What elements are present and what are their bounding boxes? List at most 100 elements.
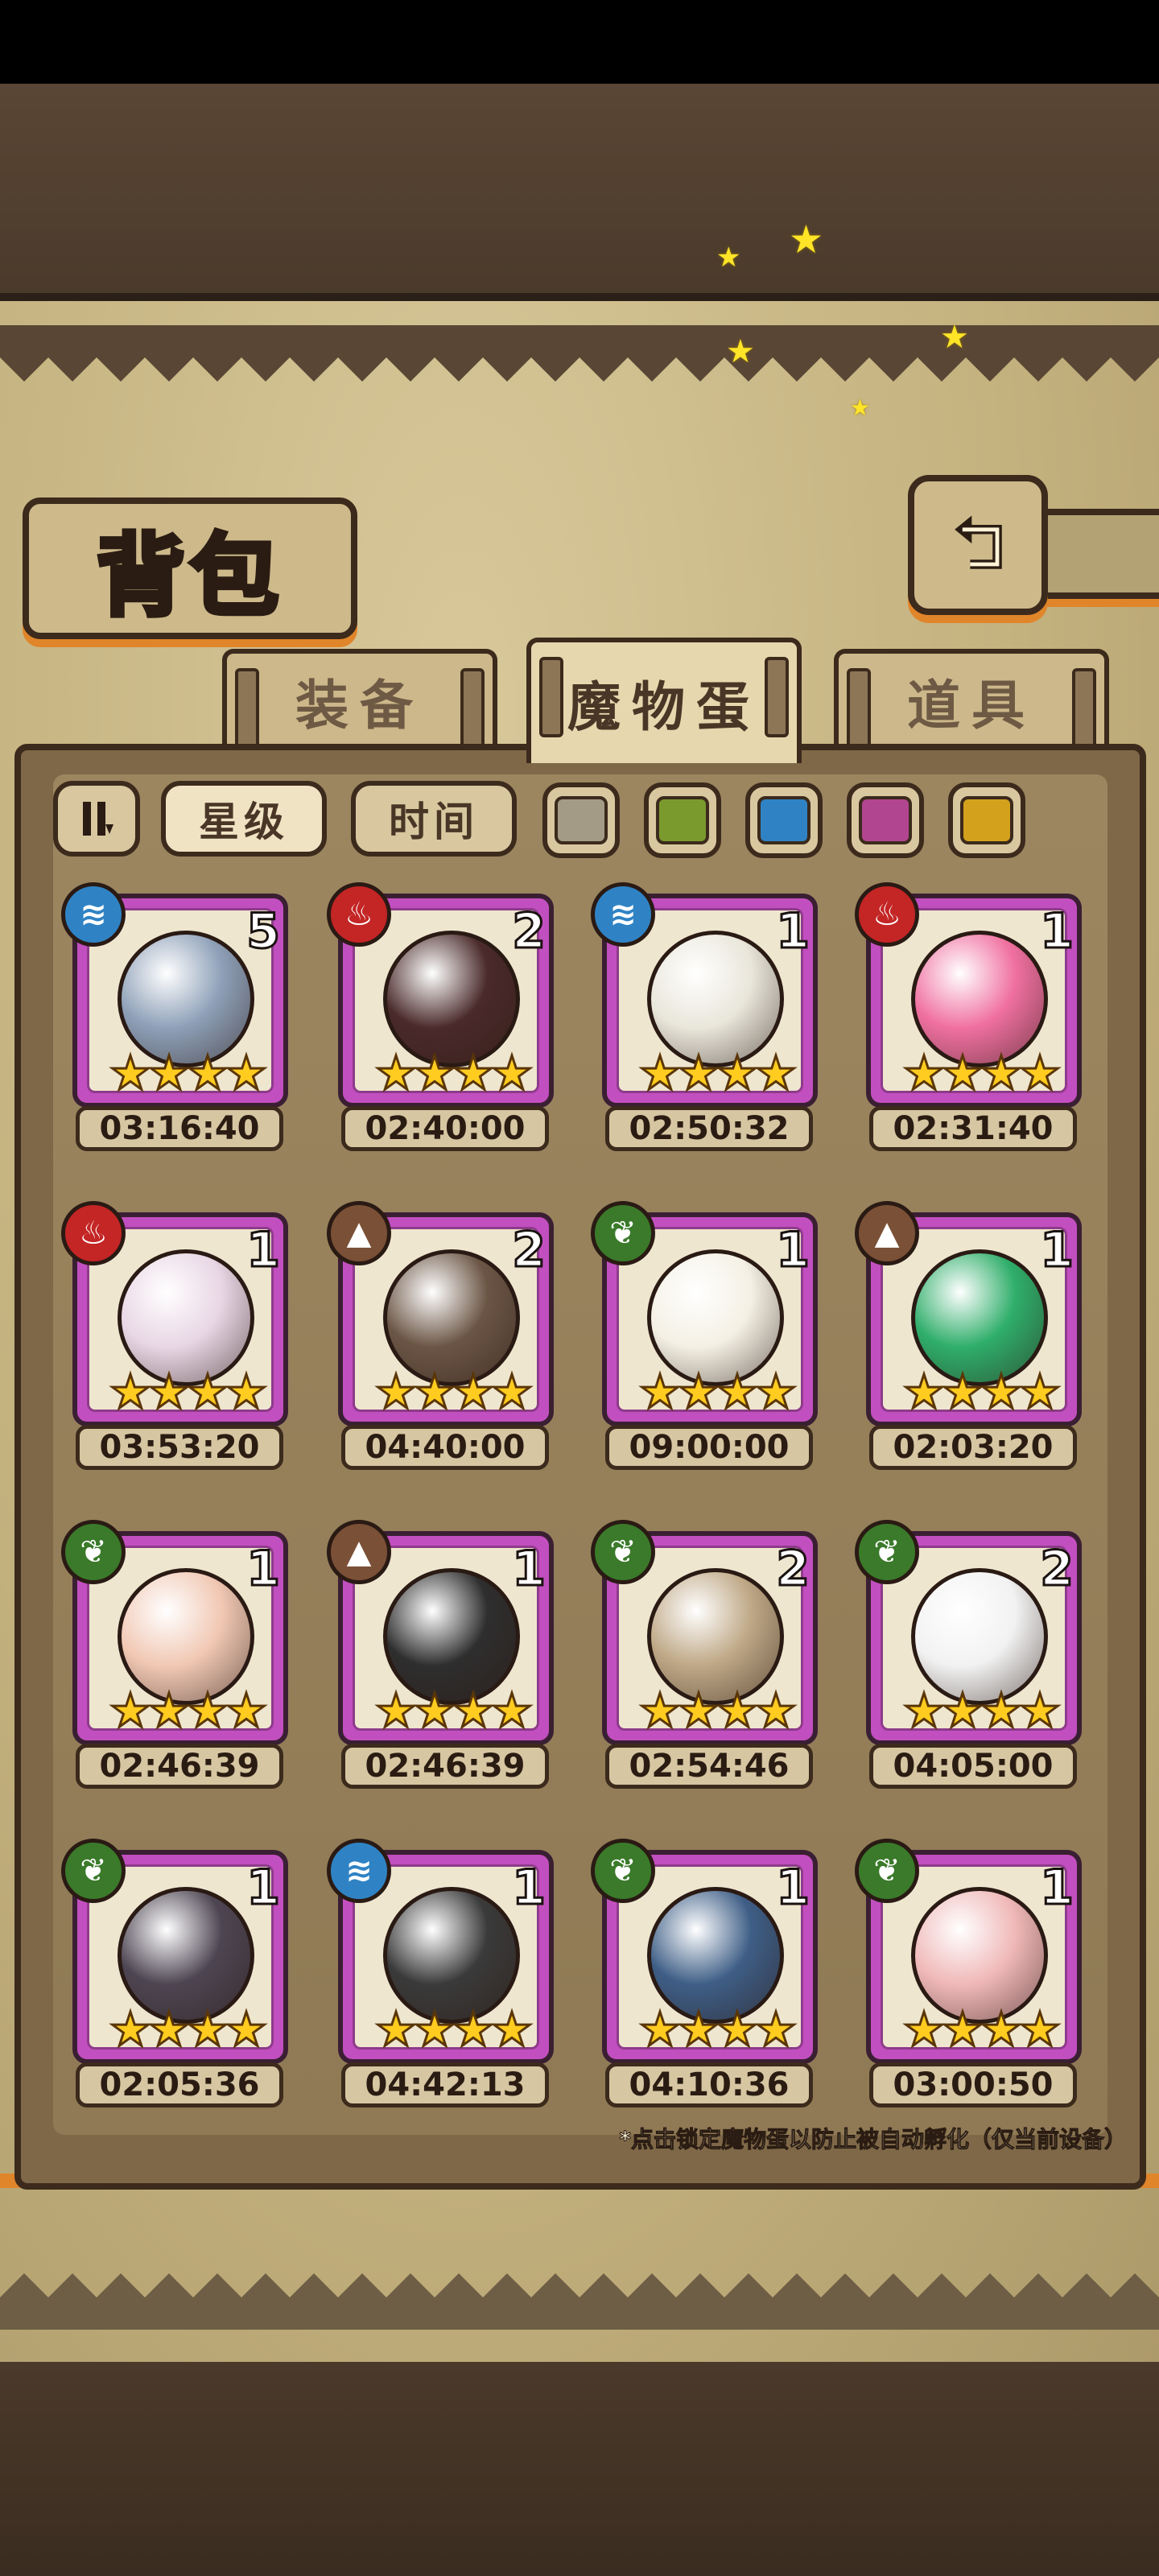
star-rating: ★ ★ ★ ★ bbox=[374, 1368, 534, 1417]
tab-items[interactable]: 道具 bbox=[834, 649, 1109, 749]
page-title-plate: 背包 bbox=[23, 497, 357, 639]
sort-by-stars-button[interactable]: 星级 bbox=[161, 781, 327, 857]
color-filter-button[interactable] bbox=[542, 782, 620, 858]
star-icon: ★ bbox=[754, 1364, 798, 1419]
hatch-timer-text: 04:42:13 bbox=[365, 2066, 526, 2103]
egg-card[interactable]: ★ ★ ★ ★ 1 ❦ 03:00:50 bbox=[855, 1839, 1082, 2107]
hatch-timer: 02:46:39 bbox=[341, 1744, 549, 1789]
back-button[interactable] bbox=[908, 475, 1048, 615]
hatch-timer: 03:53:20 bbox=[76, 1425, 283, 1470]
egg-count: 1 bbox=[1039, 1221, 1075, 1280]
sparkle-star-icon: ★ bbox=[789, 217, 824, 262]
hatch-timer-text: 04:40:00 bbox=[365, 1429, 526, 1466]
egg-count: 1 bbox=[1039, 1859, 1075, 1918]
egg-card[interactable]: ★ ★ ★ ★ 1 ≋ 02:50:32 bbox=[591, 882, 818, 1151]
star-icon: ★ bbox=[147, 1046, 192, 1100]
fire-element-icon: ♨ bbox=[327, 882, 391, 947]
star-icon: ★ bbox=[452, 1046, 496, 1100]
page-title: 背包 bbox=[94, 522, 283, 630]
star-icon: ★ bbox=[1018, 2002, 1062, 2057]
hatch-timer: 02:05:36 bbox=[76, 2062, 283, 2107]
star-icon: ★ bbox=[225, 2002, 269, 2057]
star-icon: ★ bbox=[147, 1683, 192, 1738]
egg-card[interactable]: ★ ★ ★ ★ 2 ❦ 02:54:46 bbox=[591, 1520, 818, 1789]
star-icon: ★ bbox=[941, 1046, 985, 1100]
zigzag-border-bottom bbox=[0, 2273, 1159, 2330]
egg-card[interactable]: ★ ★ ★ ★ 1 ▲ 02:03:20 bbox=[855, 1201, 1082, 1470]
tab-equipment[interactable]: 装备 bbox=[222, 649, 497, 749]
zigzag-border-top bbox=[0, 325, 1159, 382]
star-icon: ★ bbox=[638, 1046, 683, 1100]
egg-card[interactable]: ★ ★ ★ ★ 5 ≋ 03:16:40 bbox=[61, 882, 288, 1151]
hatch-timer-text: 02:46:39 bbox=[99, 1748, 260, 1785]
star-icon: ★ bbox=[902, 2002, 947, 2057]
egg-count: 2 bbox=[1039, 1540, 1075, 1599]
star-icon: ★ bbox=[1018, 1364, 1062, 1419]
filter-toggle-button[interactable] bbox=[53, 781, 140, 857]
star-icon: ★ bbox=[980, 1364, 1024, 1419]
color-swatch bbox=[555, 796, 608, 844]
star-icon: ★ bbox=[109, 2002, 153, 2057]
star-icon: ★ bbox=[109, 1683, 153, 1738]
color-filter-button[interactable] bbox=[948, 782, 1025, 858]
hatch-timer: 02:54:46 bbox=[605, 1744, 813, 1789]
color-swatch bbox=[859, 796, 912, 844]
star-icon: ★ bbox=[374, 2002, 419, 2057]
star-icon: ★ bbox=[225, 1683, 269, 1738]
egg-card[interactable]: ★ ★ ★ ★ 1 ♨ 02:31:40 bbox=[855, 882, 1082, 1151]
hatch-timer-text: 03:53:20 bbox=[99, 1429, 260, 1466]
star-icon: ★ bbox=[374, 1046, 419, 1100]
tab-monster-eggs[interactable]: 魔物蛋 bbox=[526, 638, 802, 763]
egg-card[interactable]: ★ ★ ★ ★ 1 ❦ 02:46:39 bbox=[61, 1520, 288, 1789]
sparkle-star-icon: ★ bbox=[726, 333, 755, 370]
color-filter-button[interactable] bbox=[847, 782, 924, 858]
fire-element-icon: ♨ bbox=[61, 1201, 126, 1265]
egg-card[interactable]: ★ ★ ★ ★ 1 ❦ 09:00:00 bbox=[591, 1201, 818, 1470]
star-icon: ★ bbox=[980, 1683, 1024, 1738]
star-icon: ★ bbox=[413, 2002, 457, 2057]
star-rating: ★ ★ ★ ★ bbox=[902, 1046, 1062, 1100]
grass-element-icon: ❦ bbox=[591, 1201, 655, 1265]
egg-card[interactable]: ★ ★ ★ ★ 1 ▲ 02:46:39 bbox=[327, 1520, 554, 1789]
map-background-top bbox=[0, 84, 1159, 301]
star-rating: ★ ★ ★ ★ bbox=[638, 1046, 798, 1100]
color-filter-button[interactable] bbox=[644, 782, 721, 858]
sparkle-star-icon: ★ bbox=[716, 242, 741, 274]
star-icon: ★ bbox=[186, 1683, 230, 1738]
star-icon: ★ bbox=[941, 2002, 985, 2057]
hatch-timer-text: 03:16:40 bbox=[99, 1110, 260, 1147]
star-icon: ★ bbox=[186, 1046, 230, 1100]
egg-count: 2 bbox=[511, 902, 547, 961]
star-icon: ★ bbox=[374, 1683, 419, 1738]
sparkle-star-icon: ★ bbox=[940, 319, 969, 356]
grass-element-icon: ❦ bbox=[61, 1839, 126, 1903]
star-icon: ★ bbox=[716, 2002, 760, 2057]
egg-card[interactable]: ★ ★ ★ ★ 2 ❦ 04:05:00 bbox=[855, 1520, 1082, 1789]
hatch-timer: 04:40:00 bbox=[341, 1425, 549, 1470]
sort-by-time-button[interactable]: 时间 bbox=[351, 781, 517, 857]
star-icon: ★ bbox=[413, 1046, 457, 1100]
hatch-timer: 04:10:36 bbox=[605, 2062, 813, 2107]
star-icon: ★ bbox=[754, 2002, 798, 2057]
egg-count: 1 bbox=[245, 1859, 282, 1918]
star-icon: ★ bbox=[109, 1046, 153, 1100]
star-rating: ★ ★ ★ ★ bbox=[374, 1046, 534, 1100]
egg-count: 1 bbox=[245, 1221, 282, 1280]
star-icon: ★ bbox=[452, 2002, 496, 2057]
star-icon: ★ bbox=[186, 2002, 230, 2057]
egg-card[interactable]: ★ ★ ★ ★ 1 ≋ 04:42:13 bbox=[327, 1839, 554, 2107]
egg-card[interactable]: ★ ★ ★ ★ 1 ❦ 02:05:36 bbox=[61, 1839, 288, 2107]
egg-card[interactable]: ★ ★ ★ ★ 1 ♨ 03:53:20 bbox=[61, 1201, 288, 1470]
star-rating: ★ ★ ★ ★ bbox=[109, 1046, 269, 1100]
star-icon: ★ bbox=[677, 1364, 721, 1419]
color-filter-button[interactable] bbox=[745, 782, 823, 858]
star-icon: ★ bbox=[225, 1046, 269, 1100]
egg-card[interactable]: ★ ★ ★ ★ 2 ▲ 04:40:00 bbox=[327, 1201, 554, 1470]
hatch-timer-text: 02:46:39 bbox=[365, 1748, 526, 1785]
egg-count: 1 bbox=[245, 1540, 282, 1599]
egg-card[interactable]: ★ ★ ★ ★ 1 ❦ 04:10:36 bbox=[591, 1839, 818, 2107]
star-icon: ★ bbox=[716, 1683, 760, 1738]
egg-card[interactable]: ★ ★ ★ ★ 2 ♨ 02:40:00 bbox=[327, 882, 554, 1151]
water-element-icon: ≋ bbox=[327, 1839, 391, 1903]
star-icon: ★ bbox=[754, 1046, 798, 1100]
